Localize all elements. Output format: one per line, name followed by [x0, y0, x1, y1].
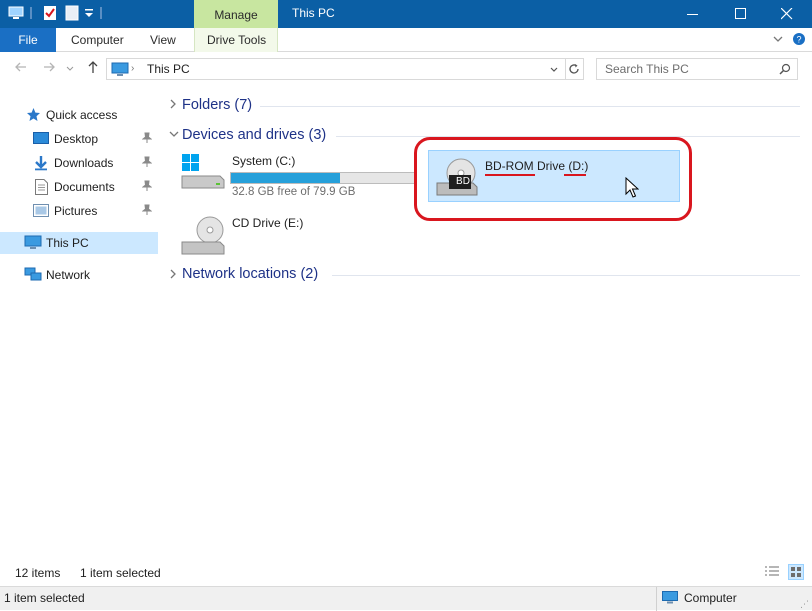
- drive-tile-e[interactable]: CD Drive (E:): [178, 212, 418, 262]
- chevron-right-icon[interactable]: [169, 269, 177, 282]
- selected-count: 1 item selected: [80, 566, 161, 580]
- zone-label: Computer: [684, 591, 737, 605]
- toolbar-separator: [100, 7, 102, 19]
- minimize-button[interactable]: [670, 0, 716, 28]
- desktop-icon: [33, 132, 49, 149]
- computer-icon: [662, 591, 678, 608]
- computer-icon[interactable]: [8, 5, 24, 21]
- drive-tile-c[interactable]: System (C:) 32.8 GB free of 79.9 GB: [178, 150, 418, 200]
- sidebar-item-desktop[interactable]: Desktop: [0, 128, 158, 150]
- search-box[interactable]: Search This PC: [596, 58, 798, 80]
- group-header-network-locations[interactable]: Network locations (2): [182, 266, 318, 282]
- breadcrumb-separator-icon: ›: [131, 63, 135, 74]
- chevron-right-icon[interactable]: [169, 99, 177, 112]
- annotation-highlight-ring: [414, 137, 692, 221]
- svg-text:?: ?: [796, 35, 801, 45]
- drive-usage-bar: [230, 172, 416, 184]
- pin-icon[interactable]: [141, 204, 153, 216]
- group-divider: [332, 275, 800, 276]
- sidebar-item-label: Desktop: [54, 132, 99, 146]
- status-bar: 12 items 1 item selected: [0, 562, 812, 584]
- address-bar[interactable]: › This PC: [106, 58, 566, 80]
- downloads-icon: [33, 155, 49, 174]
- sidebar-item-quick-access[interactable]: Quick access: [0, 104, 158, 126]
- customize-toolbar-chevron-icon[interactable]: [84, 5, 94, 21]
- title-bar: Manage This PC: [0, 0, 812, 28]
- window-title: This PC: [292, 6, 335, 20]
- sidebar-item-downloads[interactable]: Downloads: [0, 152, 158, 174]
- help-icon[interactable]: ?: [792, 32, 806, 49]
- documents-icon: [35, 179, 48, 198]
- back-button[interactable]: [12, 60, 30, 78]
- this-pc-icon: [24, 235, 42, 254]
- tab-manage[interactable]: Manage: [194, 0, 278, 28]
- content-pane: Folders (7) Devices and drives (3) Syste…: [160, 88, 800, 558]
- cd-drive-icon: [180, 214, 226, 259]
- vertical-scrollbar[interactable]: [800, 88, 812, 558]
- sidebar-item-this-pc[interactable]: This PC: [0, 232, 158, 254]
- network-icon: [24, 267, 42, 286]
- expand-ribbon-chevron-icon[interactable]: [772, 33, 784, 48]
- sidebar-item-label: Quick access: [46, 108, 118, 122]
- sidebar-item-label: Pictures: [54, 204, 98, 218]
- sidebar-item-label: Documents: [54, 180, 115, 194]
- drive-name: System (C:): [232, 154, 296, 168]
- group-header-folders[interactable]: Folders (7): [182, 97, 252, 113]
- drive-free-space: 32.8 GB free of 79.9 GB: [232, 186, 356, 198]
- toolbar-separator: [30, 7, 32, 19]
- up-button[interactable]: [84, 60, 102, 78]
- item-count: 12 items: [15, 566, 61, 580]
- navigation-pane: Quick access Desktop Downloads Documents: [0, 88, 160, 558]
- breadcrumb-this-pc[interactable]: This PC: [147, 62, 190, 76]
- star-icon: [26, 107, 41, 125]
- windows-drive-icon: [180, 152, 226, 193]
- group-divider: [260, 106, 800, 107]
- this-pc-icon: [111, 61, 129, 80]
- group-header-devices-and-drives[interactable]: Devices and drives (3): [182, 127, 326, 143]
- pin-icon[interactable]: [141, 156, 153, 168]
- sidebar-item-pictures[interactable]: Pictures: [0, 200, 158, 222]
- bottom-status-bar: 1 item selected Computer ⋰: [0, 586, 812, 611]
- pictures-icon: [33, 204, 49, 220]
- new-folder-icon[interactable]: [64, 5, 80, 21]
- chevron-down-icon[interactable]: [169, 129, 179, 142]
- sidebar-item-label: This PC: [46, 236, 89, 250]
- close-button[interactable]: [764, 0, 810, 28]
- address-row: › This PC Search This PC: [0, 52, 812, 88]
- details-view-icon[interactable]: [764, 565, 780, 582]
- pin-icon[interactable]: [141, 132, 153, 144]
- ribbon-tab-row: File Computer View Drive Tools ?: [0, 28, 812, 52]
- sidebar-item-network[interactable]: Network: [0, 264, 158, 286]
- maximize-button[interactable]: [718, 0, 764, 28]
- bottom-selected-text: 1 item selected: [4, 591, 85, 605]
- large-icons-view-icon[interactable]: [788, 564, 804, 580]
- properties-icon[interactable]: [42, 5, 58, 21]
- tab-computer[interactable]: Computer: [71, 28, 124, 52]
- search-input-placeholder[interactable]: Search This PC: [605, 62, 689, 76]
- sidebar-item-label: Downloads: [54, 156, 114, 170]
- drive-usage-fill: [231, 173, 340, 183]
- address-dropdown-chevron-icon[interactable]: [549, 64, 559, 78]
- search-icon[interactable]: [779, 63, 791, 78]
- pin-icon[interactable]: [141, 180, 153, 192]
- tab-drive-tools[interactable]: Drive Tools: [207, 28, 266, 52]
- status-divider: [656, 587, 657, 611]
- tab-file[interactable]: File: [0, 28, 56, 52]
- tab-view[interactable]: View: [150, 28, 176, 52]
- resize-grip-icon[interactable]: ⋰: [800, 599, 809, 610]
- sidebar-item-label: Network: [46, 268, 91, 282]
- sidebar-item-documents[interactable]: Documents: [0, 176, 158, 198]
- refresh-button[interactable]: [564, 58, 584, 80]
- drive-name: CD Drive (E:): [232, 216, 304, 230]
- recent-locations-chevron-icon[interactable]: [64, 60, 76, 78]
- forward-button[interactable]: [40, 60, 58, 78]
